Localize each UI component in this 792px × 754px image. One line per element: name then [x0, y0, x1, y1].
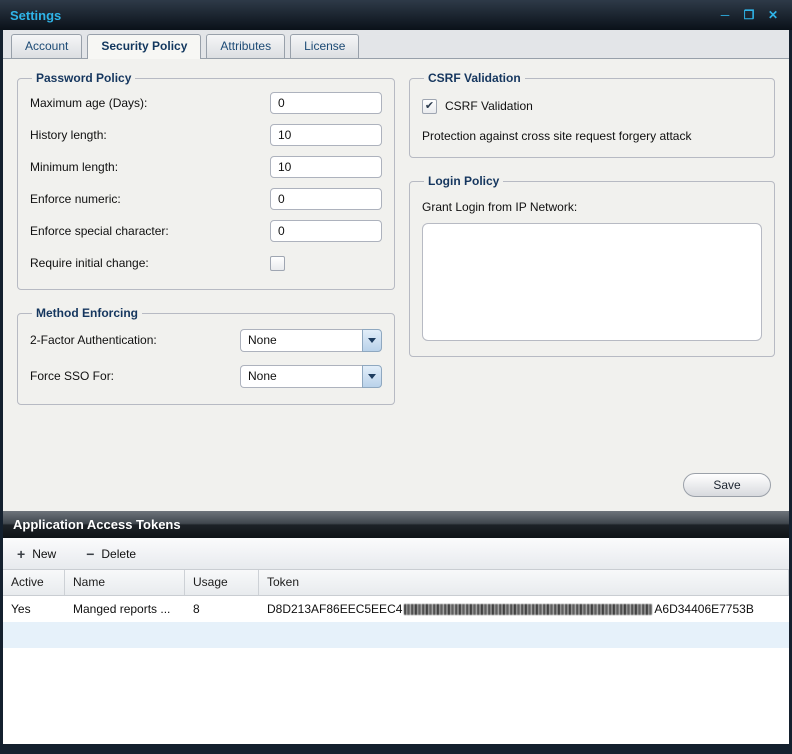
- column-header-name[interactable]: Name: [65, 570, 185, 595]
- min-length-label: Minimum length:: [30, 160, 270, 174]
- table-row-empty: [3, 622, 789, 648]
- form-row: Force SSO For: None: [30, 358, 382, 394]
- password-policy-legend: Password Policy: [32, 71, 135, 85]
- token-value-cell: D8D213AF86EEC5EEC4 A6D34406E7753B: [259, 602, 789, 616]
- force-sso-selected-value[interactable]: None: [240, 365, 362, 388]
- form-row: Maximum age (Days):: [30, 87, 382, 119]
- delete-token-label: Delete: [101, 547, 136, 561]
- max-age-input[interactable]: [270, 92, 382, 114]
- right-column: CSRF Validation ✔ CSRF Validation Protec…: [409, 71, 775, 373]
- token-prefix: D8D213AF86EEC5EEC4: [267, 602, 402, 616]
- chevron-down-icon: [368, 374, 376, 379]
- form-row: 2-Factor Authentication: None: [30, 322, 382, 358]
- titlebar: Settings ─ ❒ ✕: [0, 0, 792, 30]
- column-header-usage[interactable]: Usage: [185, 570, 259, 595]
- tokens-grid-body: Yes Manged reports ... 8 D8D213AF86EEC5E…: [3, 596, 789, 744]
- require-initial-change-checkbox[interactable]: [270, 256, 285, 271]
- force-sso-label: Force SSO For:: [30, 369, 240, 383]
- left-column: Password Policy Maximum age (Days): Hist…: [17, 71, 395, 421]
- form-row: Enforce special character:: [30, 215, 382, 247]
- window-title: Settings: [10, 8, 710, 23]
- form-row: Minimum length:: [30, 151, 382, 183]
- force-sso-select[interactable]: None: [240, 365, 382, 388]
- tokens-toolbar: + New − Delete: [3, 538, 789, 570]
- token-redacted-segment: [404, 604, 652, 615]
- grant-login-label: Grant Login from IP Network:: [422, 200, 762, 214]
- method-enforcing-fieldset: Method Enforcing 2-Factor Authentication…: [17, 306, 395, 405]
- tab-license[interactable]: License: [290, 34, 359, 58]
- enforce-special-input[interactable]: [270, 220, 382, 242]
- two-factor-dropdown-trigger[interactable]: [362, 329, 382, 352]
- min-length-input[interactable]: [270, 156, 382, 178]
- security-policy-panel: Password Policy Maximum age (Days): Hist…: [3, 59, 789, 511]
- token-active-cell: Yes: [3, 602, 65, 616]
- two-factor-label: 2-Factor Authentication:: [30, 333, 240, 347]
- delete-token-button[interactable]: − Delete: [86, 547, 136, 561]
- tokens-grid-header: Active Name Usage Token: [3, 570, 789, 596]
- column-header-token[interactable]: Token: [259, 570, 789, 595]
- column-header-active[interactable]: Active: [3, 570, 65, 595]
- tab-attributes[interactable]: Attributes: [206, 34, 285, 58]
- csrf-checkbox-label: CSRF Validation: [445, 99, 533, 113]
- two-factor-select[interactable]: None: [240, 329, 382, 352]
- chevron-down-icon: [368, 338, 376, 343]
- maximize-icon[interactable]: ❒: [740, 6, 758, 24]
- require-initial-change-label: Require initial change:: [30, 256, 270, 270]
- enforce-numeric-input[interactable]: [270, 188, 382, 210]
- minus-icon: −: [86, 547, 94, 561]
- login-policy-legend: Login Policy: [424, 174, 503, 188]
- check-icon: ✔: [425, 101, 434, 112]
- history-length-label: History length:: [30, 128, 270, 142]
- form-row: History length:: [30, 119, 382, 151]
- grant-login-ip-textarea[interactable]: [422, 223, 762, 341]
- form-row: Enforce numeric:: [30, 183, 382, 215]
- tokens-section-title: Application Access Tokens: [3, 511, 789, 538]
- tab-account[interactable]: Account: [11, 34, 82, 58]
- new-token-button[interactable]: + New: [17, 547, 56, 561]
- max-age-label: Maximum age (Days):: [30, 96, 270, 110]
- form-row: Require initial change:: [30, 247, 382, 279]
- token-suffix: A6D34406E7753B: [654, 602, 753, 616]
- two-factor-selected-value[interactable]: None: [240, 329, 362, 352]
- csrf-validation-fieldset: CSRF Validation ✔ CSRF Validation Protec…: [409, 71, 775, 158]
- csrf-description: Protection against cross site request fo…: [422, 129, 762, 143]
- tab-security-policy[interactable]: Security Policy: [87, 34, 201, 59]
- table-row[interactable]: Yes Manged reports ... 8 D8D213AF86EEC5E…: [3, 596, 789, 622]
- password-policy-fieldset: Password Policy Maximum age (Days): Hist…: [17, 71, 395, 290]
- window-body: Account Security Policy Attributes Licen…: [3, 30, 789, 744]
- force-sso-dropdown-trigger[interactable]: [362, 365, 382, 388]
- form-row: ✔ CSRF Validation: [422, 91, 762, 121]
- csrf-validation-legend: CSRF Validation: [424, 71, 525, 85]
- enforce-special-label: Enforce special character:: [30, 224, 270, 238]
- plus-icon: +: [17, 547, 25, 561]
- history-length-input[interactable]: [270, 124, 382, 146]
- save-button[interactable]: Save: [683, 473, 771, 497]
- token-name-cell: Manged reports ...: [65, 602, 185, 616]
- tabstrip: Account Security Policy Attributes Licen…: [3, 30, 789, 59]
- new-token-label: New: [32, 547, 56, 561]
- minimize-icon[interactable]: ─: [716, 6, 734, 24]
- token-usage-cell: 8: [185, 602, 259, 616]
- csrf-validation-checkbox[interactable]: ✔: [422, 99, 437, 114]
- enforce-numeric-label: Enforce numeric:: [30, 192, 270, 206]
- method-enforcing-legend: Method Enforcing: [32, 306, 142, 320]
- login-policy-fieldset: Login Policy Grant Login from IP Network…: [409, 174, 775, 357]
- settings-window: Settings ─ ❒ ✕ Account Security Policy A…: [0, 0, 792, 754]
- close-icon[interactable]: ✕: [764, 6, 782, 24]
